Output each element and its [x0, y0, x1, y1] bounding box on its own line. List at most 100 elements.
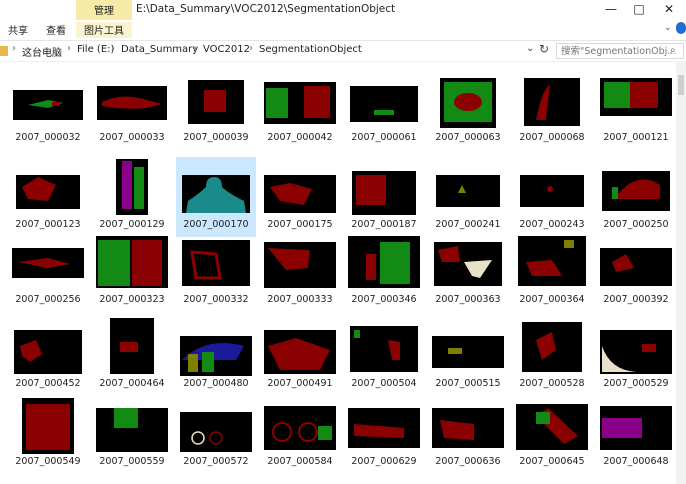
file-tile[interactable]: 2007_000032 — [8, 70, 88, 150]
minimize-button[interactable]: — — [596, 0, 626, 18]
file-thumbnail — [348, 236, 420, 288]
file-tile[interactable]: 2007_000346 — [344, 232, 424, 312]
file-name-label: 2007_000187 — [351, 219, 417, 230]
help-icon[interactable] — [676, 22, 686, 34]
file-tile[interactable]: 2007_000648 — [596, 394, 676, 474]
breadcrumb-this-pc[interactable]: 这台电脑 — [22, 44, 62, 59]
file-thumbnail — [600, 78, 672, 116]
file-name-label: 2007_000241 — [435, 219, 501, 230]
file-tile[interactable]: 2007_000063 — [428, 70, 508, 150]
file-tile[interactable]: 2007_000323 — [92, 232, 172, 312]
file-thumbnail — [434, 242, 502, 286]
file-name-label: 2007_000033 — [99, 132, 165, 143]
breadcrumb-segmentation-object[interactable]: SegmentationObject — [259, 44, 362, 55]
chevron-right-icon: › — [111, 43, 115, 54]
ribbon-expand-icon[interactable]: ⌄ — [664, 23, 672, 33]
file-tile[interactable]: 2007_000645 — [512, 394, 592, 474]
file-tile[interactable]: 2007_000129 — [92, 157, 172, 237]
file-tile[interactable]: 2007_000250 — [596, 157, 676, 237]
close-button[interactable]: ✕ — [654, 0, 684, 18]
file-tile[interactable]: 2007_000504 — [344, 316, 424, 396]
file-grid: 2007_000032 2007_000033 2007_000039 2007_00… — [0, 62, 676, 484]
file-tile[interactable]: 2007_000572 — [176, 394, 256, 474]
breadcrumb-data-summary[interactable]: Data_Summary — [121, 44, 198, 55]
file-name-label: 2007_000123 — [15, 219, 81, 230]
tab-picture-tools[interactable]: 图片工具 — [76, 22, 132, 38]
file-name-label: 2007_000256 — [15, 294, 81, 305]
file-tile[interactable]: 2007_000243 — [512, 157, 592, 237]
file-thumbnail — [264, 242, 336, 288]
file-name-label: 2007_000332 — [183, 294, 249, 305]
file-name-label: 2007_000491 — [267, 378, 333, 389]
file-name-label: 2007_000549 — [15, 456, 81, 467]
breadcrumb-voc2012[interactable]: VOC2012 — [203, 44, 250, 55]
file-thumbnail — [432, 336, 504, 368]
file-tile[interactable]: 2007_000364 — [512, 232, 592, 312]
file-thumbnail — [97, 86, 167, 120]
file-tile[interactable]: 2007_000123 — [8, 157, 88, 237]
file-tile[interactable]: 2007_000584 — [260, 394, 340, 474]
file-thumbnail — [14, 330, 82, 374]
file-name-label: 2007_000063 — [435, 132, 501, 143]
file-tile[interactable]: 2007_000629 — [344, 394, 424, 474]
file-name-label: 2007_000346 — [351, 294, 417, 305]
chevron-right-icon: › — [12, 43, 16, 54]
file-tile[interactable]: 2007_000528 — [512, 316, 592, 396]
file-name-label: 2007_000121 — [603, 132, 669, 143]
tab-share[interactable]: 共享 — [8, 22, 28, 37]
file-thumbnail — [352, 171, 416, 215]
file-thumbnail — [182, 240, 250, 286]
file-tile[interactable]: 2007_000042 — [260, 70, 340, 150]
file-tile[interactable]: 2007_000363 — [428, 232, 508, 312]
file-tile[interactable]: 2007_000332 — [176, 232, 256, 312]
file-thumbnail — [350, 86, 418, 122]
search-input[interactable]: 搜索"SegmentationObj... — [556, 43, 684, 59]
scrollbar-thumb[interactable] — [678, 75, 684, 95]
file-thumbnail — [188, 80, 244, 124]
file-tile[interactable]: 2007_000452 — [8, 316, 88, 396]
file-tile[interactable]: 2007_000068 — [512, 70, 592, 150]
file-thumbnail — [524, 78, 580, 126]
file-name-label: 2007_000250 — [603, 219, 669, 230]
file-tile[interactable]: 2007_000033 — [92, 70, 172, 150]
file-tile[interactable]: 2007_000241 — [428, 157, 508, 237]
file-thumbnail — [600, 406, 672, 450]
file-tile[interactable]: 2007_000515 — [428, 316, 508, 396]
title-bar: 管理 E:\Data_Summary\VOC2012\SegmentationO… — [0, 0, 686, 20]
vertical-scrollbar[interactable] — [676, 62, 686, 484]
file-tile[interactable]: 2007_000170 — [176, 157, 256, 237]
file-thumbnail — [264, 175, 336, 213]
file-thumbnail — [602, 171, 670, 211]
file-thumbnail — [440, 78, 496, 128]
file-thumbnail — [516, 404, 588, 450]
file-tile[interactable]: 2007_000256 — [8, 232, 88, 312]
file-tile[interactable]: 2007_000529 — [596, 316, 676, 396]
file-tile[interactable]: 2007_000549 — [8, 394, 88, 474]
file-tile[interactable]: 2007_000121 — [596, 70, 676, 150]
file-name-label: 2007_000175 — [267, 219, 333, 230]
file-tile[interactable]: 2007_000175 — [260, 157, 340, 237]
file-name-label: 2007_000129 — [99, 219, 165, 230]
file-thumbnail — [264, 330, 336, 374]
file-tile[interactable]: 2007_000061 — [344, 70, 424, 150]
maximize-button[interactable]: □ — [624, 0, 654, 18]
file-tile[interactable]: 2007_000559 — [92, 394, 172, 474]
file-tile[interactable]: 2007_000480 — [176, 316, 256, 396]
file-tile[interactable]: 2007_000187 — [344, 157, 424, 237]
file-thumbnail — [264, 82, 336, 124]
file-name-label: 2007_000364 — [519, 294, 585, 305]
file-tile[interactable]: 2007_000039 — [176, 70, 256, 150]
breadcrumb-drive-e[interactable]: File (E:) — [77, 44, 114, 55]
chevron-right-icon: › — [67, 43, 71, 54]
file-thumbnail — [96, 236, 168, 288]
file-tile[interactable]: 2007_000392 — [596, 232, 676, 312]
file-name-label: 2007_000061 — [351, 132, 417, 143]
file-tile[interactable]: 2007_000491 — [260, 316, 340, 396]
tab-view[interactable]: 查看 — [46, 22, 66, 37]
file-tile[interactable]: 2007_000333 — [260, 232, 340, 312]
file-name-label: 2007_000464 — [99, 378, 165, 389]
file-tile[interactable]: 2007_000636 — [428, 394, 508, 474]
refresh-icon[interactable]: ↻ — [539, 42, 549, 56]
dropdown-chevron-icon[interactable]: ⌄ — [526, 43, 534, 54]
file-tile[interactable]: 2007_000464 — [92, 316, 172, 396]
